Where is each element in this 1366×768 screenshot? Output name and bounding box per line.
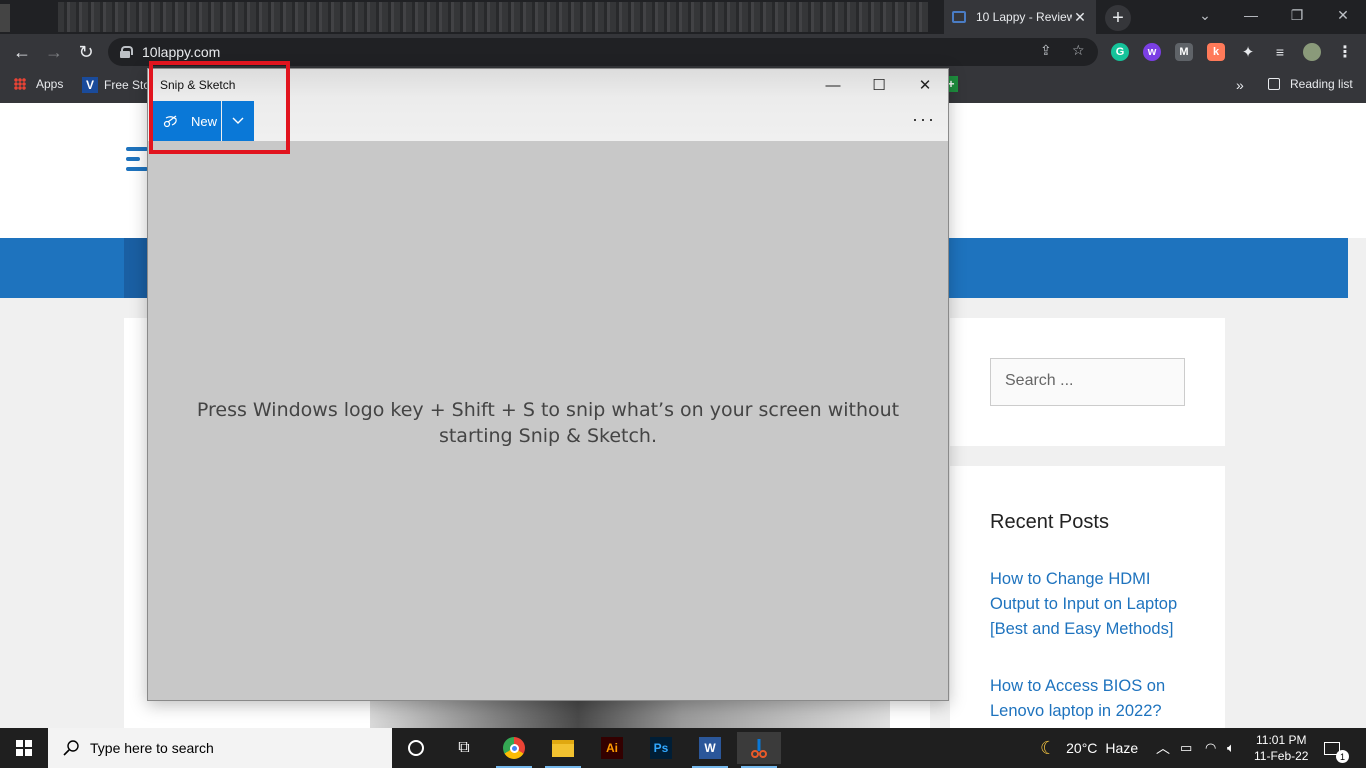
weather-desc: Haze (1105, 740, 1139, 756)
start-button[interactable] (0, 728, 48, 768)
share-icon[interactable]: ⇪ (1040, 42, 1052, 59)
windows-logo-icon (16, 740, 32, 756)
word-icon[interactable]: W (688, 732, 732, 768)
reload-icon[interactable]: ↻ (74, 40, 98, 64)
snip-minimize-icon[interactable]: — (813, 73, 853, 97)
clock[interactable]: 11:01 PM 11-Feb-22 (1254, 728, 1308, 768)
recent-posts-title: Recent Posts (990, 511, 1109, 533)
reading-list-button[interactable]: Reading list (1268, 77, 1353, 91)
v-logo-icon: V (82, 77, 98, 93)
file-explorer-icon[interactable] (541, 732, 585, 768)
forward-icon[interactable]: → (42, 40, 66, 64)
tab-title: 10 Lappy - Review (976, 10, 1072, 24)
media-control-icon[interactable]: ≡ (1271, 43, 1289, 61)
notification-center-icon[interactable]: 1 (1324, 728, 1349, 768)
windows-taskbar: Type here to search ⧉ Ai Ps W ☾ 20°C Haz… (0, 728, 1366, 768)
moon-haze-icon: ☾ (1040, 737, 1057, 758)
restore-icon[interactable]: ❐ (1274, 0, 1320, 30)
snip-close-icon[interactable]: ✕ (905, 73, 945, 97)
url-text: 10lappy.com (142, 44, 221, 60)
tab-search-icon[interactable]: ⌄ (1182, 0, 1228, 30)
volume-icon[interactable]: 🔈︎ (1227, 728, 1235, 768)
snip-sketch-taskbar-icon[interactable] (737, 732, 781, 768)
apps-grid-icon (14, 78, 26, 90)
bookmark-star-icon[interactable]: ☆ (1072, 42, 1085, 59)
more-options-icon[interactable]: ··· (912, 109, 936, 130)
bookmark-apps[interactable]: Apps (14, 77, 63, 91)
clock-time: 11:01 PM (1256, 733, 1307, 747)
bookmark-free-stock-label: Free Sto (104, 78, 151, 92)
tab-favicon-icon (952, 11, 966, 23)
extensions-puzzle-icon[interactable]: ✦ (1239, 43, 1257, 61)
wordtune-extension-icon[interactable]: w (1143, 43, 1161, 61)
task-view-icon[interactable]: ⧉ (442, 732, 486, 764)
gmail-extension-icon[interactable]: M (1175, 43, 1193, 61)
new-tab-button[interactable]: + (1105, 5, 1131, 31)
close-window-icon[interactable]: ✕ (1320, 0, 1366, 30)
taskbar-search-box[interactable]: Type here to search (48, 728, 392, 768)
site-search-input[interactable]: Search ... (990, 358, 1185, 406)
browser-tab-strip: 10 Lappy - Review ✕ + ⌄ — ❐ ✕ (0, 0, 1366, 34)
chrome-taskbar-icon[interactable] (492, 732, 536, 768)
inactive-tabs[interactable] (58, 2, 928, 32)
bookmark-free-stock[interactable]: V Free Sto (82, 77, 150, 93)
show-hidden-icons-icon[interactable]: ︿ (1156, 728, 1170, 768)
hubspot-extension-icon[interactable]: k (1207, 43, 1225, 61)
profile-avatar[interactable] (1303, 43, 1321, 61)
photoshop-icon[interactable]: Ps (639, 732, 683, 764)
minimize-icon[interactable]: — (1228, 0, 1274, 30)
bookmarks-overflow-icon[interactable]: » (1236, 77, 1244, 93)
featured-image (370, 698, 890, 728)
notification-badge: 1 (1336, 750, 1349, 763)
clock-date: 11-Feb-22 (1254, 749, 1309, 763)
active-tab[interactable]: 10 Lappy - Review ✕ (944, 0, 1096, 34)
tab-scroll-edge (0, 4, 10, 32)
recent-posts-widget: Recent Posts How to Change HDMI Output t… (950, 466, 1225, 728)
site-logo-icon[interactable] (126, 147, 148, 181)
recent-post-link[interactable]: How to Access BIOS on Lenovo laptop in 2… (990, 674, 1190, 724)
chrome-menu-icon[interactable]: ⋮ (1336, 43, 1354, 61)
snip-instructions: Press Windows logo key + Shift + S to sn… (196, 399, 900, 447)
weather-widget[interactable]: ☾ 20°C Haze (1040, 728, 1138, 768)
reading-list-icon (1268, 78, 1280, 90)
snip-maximize-icon[interactable]: ☐ (859, 73, 899, 97)
illustrator-icon[interactable]: Ai (590, 732, 634, 764)
bookmark-apps-label: Apps (36, 77, 64, 91)
lock-icon[interactable] (120, 46, 133, 58)
weather-temp: 20°C (1066, 740, 1098, 756)
taskbar-search-placeholder: Type here to search (90, 740, 214, 756)
snip-sketch-window: Snip & Sketch — ☐ ✕ New ··· Press Window… (147, 68, 949, 701)
cortana-icon[interactable] (394, 732, 438, 764)
wifi-icon[interactable]: ◠ (1205, 728, 1216, 768)
search-widget: Search ... (950, 318, 1225, 446)
search-icon (63, 740, 79, 756)
recent-post-link[interactable]: How to Change HDMI Output to Input on La… (990, 567, 1190, 642)
back-icon[interactable]: ← (10, 40, 34, 64)
tab-close-icon[interactable]: ✕ (1072, 9, 1088, 26)
red-highlight-box (149, 61, 290, 154)
grammarly-extension-icon[interactable]: G (1111, 43, 1129, 61)
battery-icon[interactable]: ▭ (1180, 728, 1192, 768)
site-nav-active-item[interactable] (124, 238, 148, 298)
reading-list-label: Reading list (1290, 77, 1353, 91)
